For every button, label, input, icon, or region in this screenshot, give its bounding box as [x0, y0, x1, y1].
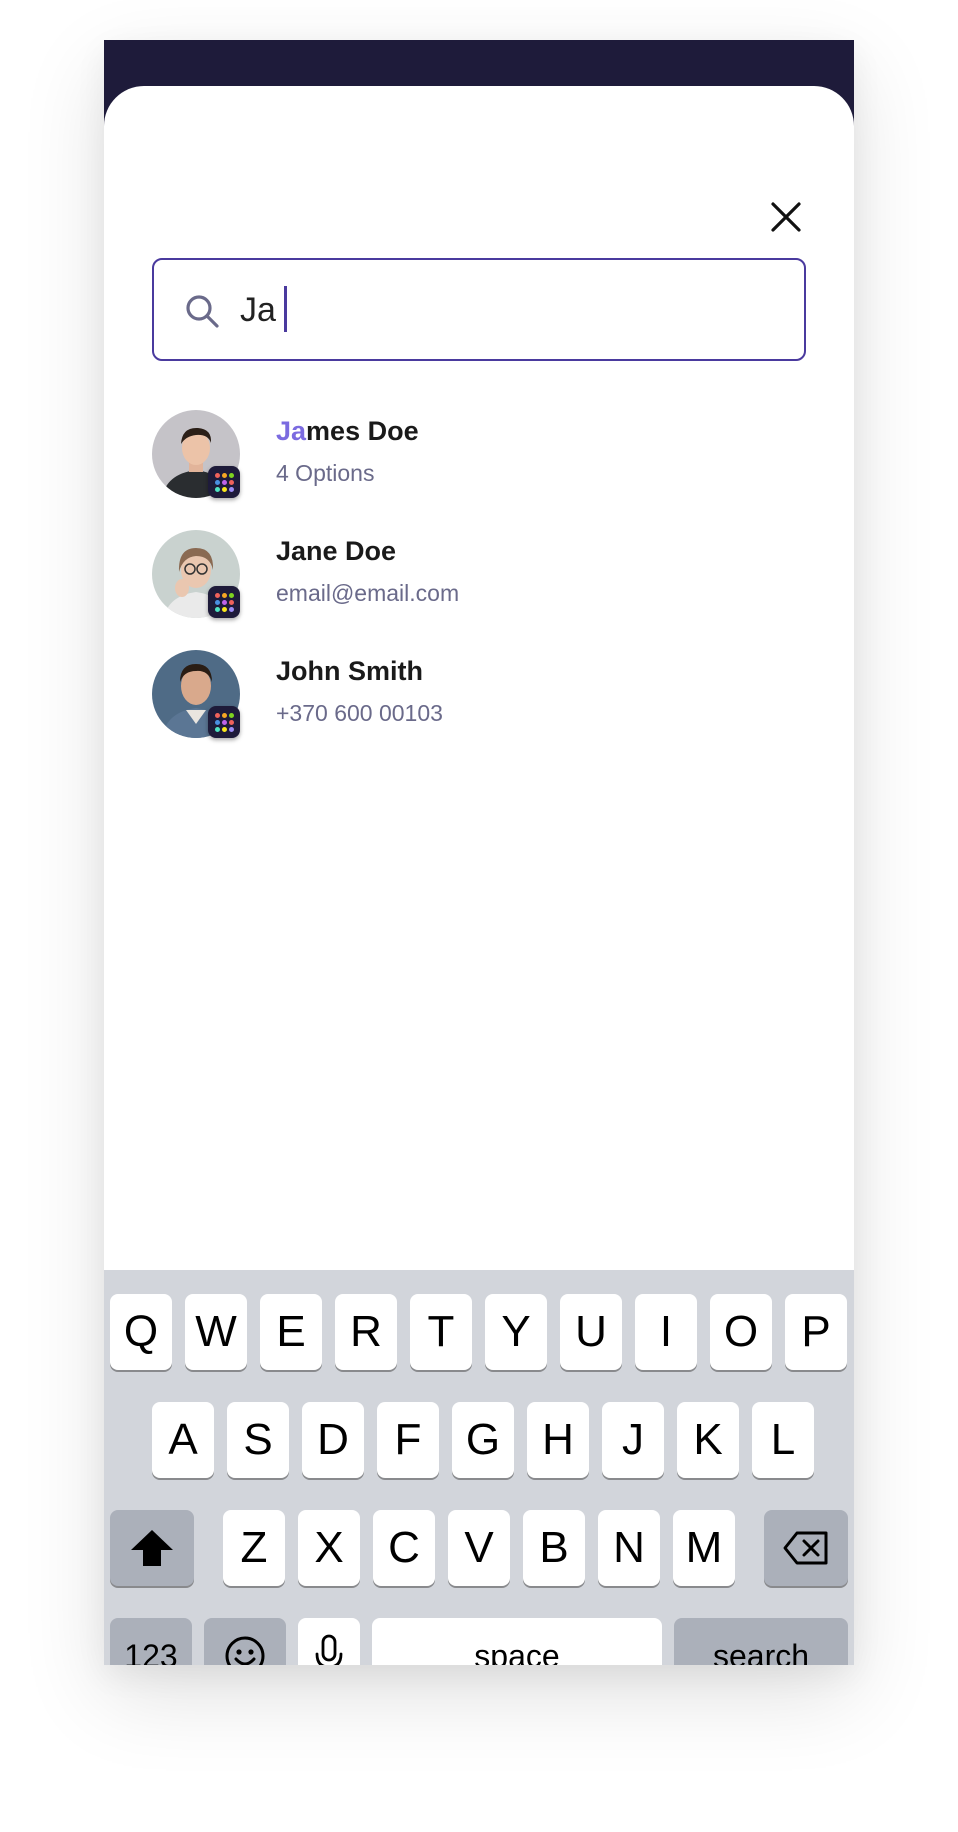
dictation-key[interactable]	[298, 1618, 360, 1665]
app-grid-icon	[208, 706, 240, 738]
key-f[interactable]: F	[377, 1402, 439, 1478]
numbers-key[interactable]: 123	[110, 1618, 192, 1665]
phone-screen: Ja James Doe 4 Options Jane Doe email@em…	[104, 40, 854, 1665]
list-item[interactable]: Jane Doe email@email.com	[152, 530, 806, 650]
search-input[interactable]: Ja	[152, 258, 806, 361]
search-query: Ja	[240, 284, 287, 336]
key-t[interactable]: T	[410, 1294, 472, 1370]
name-remainder: Jane Doe	[276, 536, 397, 566]
key-d[interactable]: D	[302, 1402, 364, 1478]
app-grid-icon	[208, 586, 240, 618]
key-i[interactable]: I	[635, 1294, 697, 1370]
text-caret	[283, 286, 287, 333]
search-query-text: Ja	[240, 291, 276, 329]
key-m[interactable]: M	[673, 1510, 735, 1586]
key-s[interactable]: S	[227, 1402, 289, 1478]
close-icon	[771, 202, 801, 232]
key-g[interactable]: G	[452, 1402, 514, 1478]
search-icon	[186, 295, 219, 328]
result-name: James Doe	[276, 416, 419, 447]
name-remainder: mes Doe	[306, 416, 419, 446]
list-item[interactable]: John Smith +370 600 00103	[152, 650, 806, 770]
result-name: Jane Doe	[276, 536, 396, 567]
key-x[interactable]: X	[298, 1510, 360, 1586]
result-name: John Smith	[276, 656, 423, 687]
search-key[interactable]: search	[674, 1618, 848, 1665]
key-j[interactable]: J	[602, 1402, 664, 1478]
backspace-icon	[783, 1531, 828, 1565]
key-q[interactable]: Q	[110, 1294, 172, 1370]
result-subtitle: email@email.com	[276, 580, 460, 606]
results-list: James Doe 4 Options Jane Doe email@email…	[152, 410, 806, 770]
key-b[interactable]: B	[523, 1510, 585, 1586]
key-k[interactable]: K	[677, 1402, 739, 1478]
on-screen-keyboard: Q W E R T Y U I O P A S D F G H J K L Z …	[104, 1270, 854, 1665]
key-e[interactable]: E	[260, 1294, 322, 1370]
backspace-key[interactable]	[764, 1510, 848, 1586]
key-u[interactable]: U	[560, 1294, 622, 1370]
microphone-icon	[315, 1634, 343, 1665]
key-w[interactable]: W	[185, 1294, 247, 1370]
match-highlight: Ja	[276, 416, 307, 446]
result-subtitle: +370 600 00103	[276, 700, 443, 726]
result-subtitle: 4 Options	[276, 460, 375, 486]
key-l[interactable]: L	[752, 1402, 814, 1478]
list-item[interactable]: James Doe 4 Options	[152, 410, 806, 530]
key-v[interactable]: V	[448, 1510, 510, 1586]
key-n[interactable]: N	[598, 1510, 660, 1586]
space-key[interactable]: space	[372, 1618, 662, 1665]
key-h[interactable]: H	[527, 1402, 589, 1478]
emoji-icon	[225, 1636, 265, 1665]
shift-key[interactable]	[110, 1510, 194, 1586]
name-remainder: John Smith	[276, 656, 423, 686]
shift-icon	[131, 1530, 173, 1566]
key-z[interactable]: Z	[223, 1510, 285, 1586]
key-o[interactable]: O	[710, 1294, 772, 1370]
app-grid-icon	[208, 466, 240, 498]
close-button[interactable]	[758, 189, 814, 245]
key-a[interactable]: A	[152, 1402, 214, 1478]
key-y[interactable]: Y	[485, 1294, 547, 1370]
search-sheet: Ja James Doe 4 Options Jane Doe email@em…	[104, 86, 854, 1665]
key-p[interactable]: P	[785, 1294, 847, 1370]
key-r[interactable]: R	[335, 1294, 397, 1370]
key-c[interactable]: C	[373, 1510, 435, 1586]
emoji-key[interactable]	[204, 1618, 286, 1665]
